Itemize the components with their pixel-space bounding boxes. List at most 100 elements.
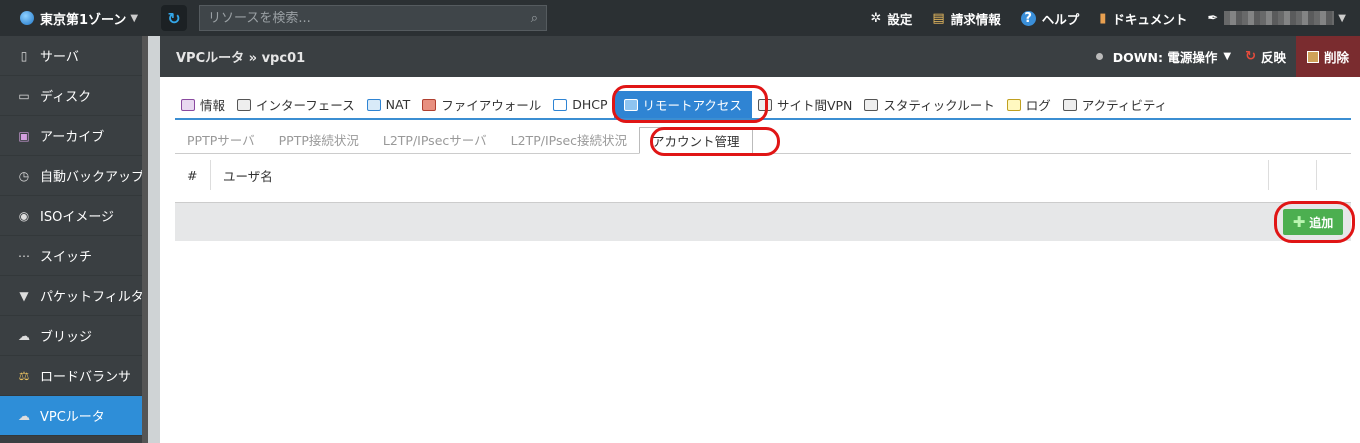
firewall-icon — [422, 98, 437, 111]
status-dot-icon — [1095, 53, 1103, 60]
globe-icon — [20, 11, 34, 25]
documents-menu[interactable]: ▮ ドキュメント — [1099, 9, 1187, 28]
reflect-label: 反映 — [1260, 50, 1286, 65]
sidebar-item-vpc-router[interactable]: ☁ VPCルータ — [0, 396, 148, 436]
refresh-button[interactable]: ↻ — [161, 5, 187, 31]
server-icon: ▯ — [20, 48, 28, 63]
settings-menu[interactable]: ✲ 設定 — [870, 9, 912, 28]
tab-label: サイト間VPN — [776, 98, 853, 113]
chevron-down-icon: ▼ — [1223, 51, 1232, 62]
tab-label: ログ — [1025, 98, 1051, 113]
balance-icon: ⚖ — [18, 368, 30, 383]
breadcrumb: VPCルータ » vpc01 — [176, 51, 306, 66]
chevron-down-icon: ▼ — [1338, 12, 1346, 24]
subtab-l2tp-status[interactable]: L2TP/IPsec接続状況 — [499, 130, 639, 153]
gear-icon: ✲ — [870, 10, 882, 26]
sidebar-item-label: ISOイメージ — [40, 210, 115, 225]
sidebar-item-packet-filter[interactable]: ▼ パケットフィルタ — [0, 276, 148, 316]
dhcp-icon — [553, 98, 568, 111]
settings-label: 設定 — [887, 11, 913, 27]
sidebar-item-load-balancer[interactable]: ⚖ ロードバランサ — [0, 356, 148, 396]
sidebar-item-iso-image[interactable]: ◉ ISOイメージ — [0, 196, 148, 236]
tab-label: ファイアウォール — [441, 98, 542, 113]
sidebar-item-switch[interactable]: ⋯ スイッチ — [0, 236, 148, 276]
help-icon: ? — [1020, 10, 1036, 26]
sidebar-item-bridge[interactable]: ☁ ブリッジ — [0, 316, 148, 356]
tab-dhcp[interactable]: DHCP — [547, 91, 613, 118]
user-menu[interactable]: ✒ ▼ — [1207, 11, 1346, 26]
search-input[interactable] — [208, 10, 531, 26]
activity-icon — [1062, 98, 1077, 111]
tab-label: スタティックルート — [883, 98, 995, 113]
delete-label: 削除 — [1323, 50, 1349, 65]
highlight-add-button — [1274, 201, 1355, 243]
sidebar-item-label: VPCルータ — [40, 410, 105, 425]
tab-static-route[interactable]: スタティックルート — [858, 91, 1000, 118]
nat-icon — [366, 98, 381, 111]
power-status-label: DOWN: 電源操作 — [1112, 50, 1218, 65]
tab-label: 情報 — [200, 98, 226, 113]
tab-log[interactable]: ログ — [1001, 91, 1057, 118]
billing-icon: ▤ — [932, 10, 945, 26]
tab-interface[interactable]: インターフェース — [231, 91, 361, 118]
sidebar-item-label: 自動バックアップ — [40, 170, 145, 185]
subtab-l2tp-server[interactable]: L2TP/IPsecサーバ — [371, 130, 499, 153]
account-table: # ユーザ名 — [175, 159, 1351, 203]
cloud-icon: ☁ — [18, 408, 30, 423]
sidebar-item-label: スイッチ — [40, 250, 93, 265]
clock-icon: ◷ — [18, 168, 30, 183]
billing-label: 請求情報 — [950, 11, 1001, 27]
top-menu: ✲ 設定 ▤ 請求情報 ? ヘルプ ▮ ドキュメント ✒ ▼ — [870, 0, 1360, 36]
refresh-icon: ↻ — [167, 8, 181, 28]
sidebar-item-label: ロードバランサ — [40, 370, 132, 385]
monitor-icon — [237, 98, 252, 111]
sidebar-item-auto-backup[interactable]: ◷ 自動バックアップ — [0, 156, 148, 196]
feather-icon: ✒ — [1207, 10, 1219, 26]
column-header-blank — [1283, 160, 1317, 190]
zone-label: 東京第1ゾーン — [40, 12, 127, 28]
zone-selector[interactable]: 東京第1ゾーン ▼ — [0, 9, 155, 28]
tab-activity[interactable]: アクティビティ — [1057, 91, 1173, 118]
user-name-redacted — [1224, 11, 1335, 25]
column-header-username: ユーザ名 — [211, 160, 1269, 190]
archive-icon: ▣ — [18, 128, 30, 143]
switch-icon: ⋯ — [18, 248, 30, 263]
tab-info[interactable]: 情報 — [175, 91, 231, 118]
highlight-remote-access-tab — [612, 85, 768, 123]
tab-firewall[interactable]: ファイアウォール — [416, 91, 547, 118]
resource-header: VPCルータ » vpc01 DOWN: 電源操作 ▼ ↻ 反映 削除 — [160, 36, 1360, 77]
sidebar-item-label: ブリッジ — [40, 330, 93, 345]
sidebar: ▯ サーバ ▭ ディスク ▣ アーカイブ ◷ 自動バックアップ ◉ ISOイメージ ⋯ スイ… — [0, 36, 148, 443]
reflect-button[interactable]: ↻ 反映 — [1245, 47, 1286, 66]
table-footer: ✚ 追加 — [175, 203, 1351, 241]
route-icon — [864, 98, 879, 111]
help-menu[interactable]: ? ヘルプ — [1020, 9, 1080, 28]
sidebar-item-disk[interactable]: ▭ ディスク — [0, 76, 148, 116]
sidebar-item-archive[interactable]: ▣ アーカイブ — [0, 116, 148, 156]
billing-menu[interactable]: ▤ 請求情報 — [932, 9, 1000, 28]
bridge-icon: ☁ — [18, 328, 30, 343]
subtab-pptp-status[interactable]: PPTP接続状況 — [267, 130, 371, 153]
sidebar-item-label: パケットフィルタ — [40, 290, 144, 305]
info-icon — [181, 98, 195, 111]
tab-label: NAT — [385, 97, 411, 112]
book-icon: ▮ — [1099, 10, 1107, 26]
top-bar: 東京第1ゾーン ▼ ↻ ⌕ ✲ 設定 ▤ 請求情報 ? ヘルプ ▮ ドキュメント… — [0, 0, 1360, 36]
sidebar-item-server[interactable]: ▯ サーバ — [0, 36, 148, 76]
subtab-pptp-server[interactable]: PPTPサーバ — [175, 130, 267, 153]
trash-icon — [1306, 50, 1319, 63]
help-label: ヘルプ — [1041, 11, 1080, 27]
log-icon — [1006, 98, 1021, 111]
search-icon[interactable]: ⌕ — [531, 11, 538, 26]
tab-label: アクティビティ — [1081, 98, 1168, 113]
highlight-account-management-subtab — [650, 127, 780, 156]
power-status-dropdown[interactable]: DOWN: 電源操作 ▼ — [1095, 47, 1232, 66]
splitter — [148, 36, 160, 443]
filter-icon: ▼ — [19, 288, 29, 303]
tab-nat[interactable]: NAT — [361, 91, 417, 118]
delete-button[interactable]: 削除 — [1296, 36, 1360, 77]
sidebar-item-label: サーバ — [40, 50, 79, 65]
documents-label: ドキュメント — [1112, 11, 1188, 27]
tab-label: インターフェース — [256, 98, 355, 113]
chevron-down-icon: ▼ — [130, 12, 139, 24]
